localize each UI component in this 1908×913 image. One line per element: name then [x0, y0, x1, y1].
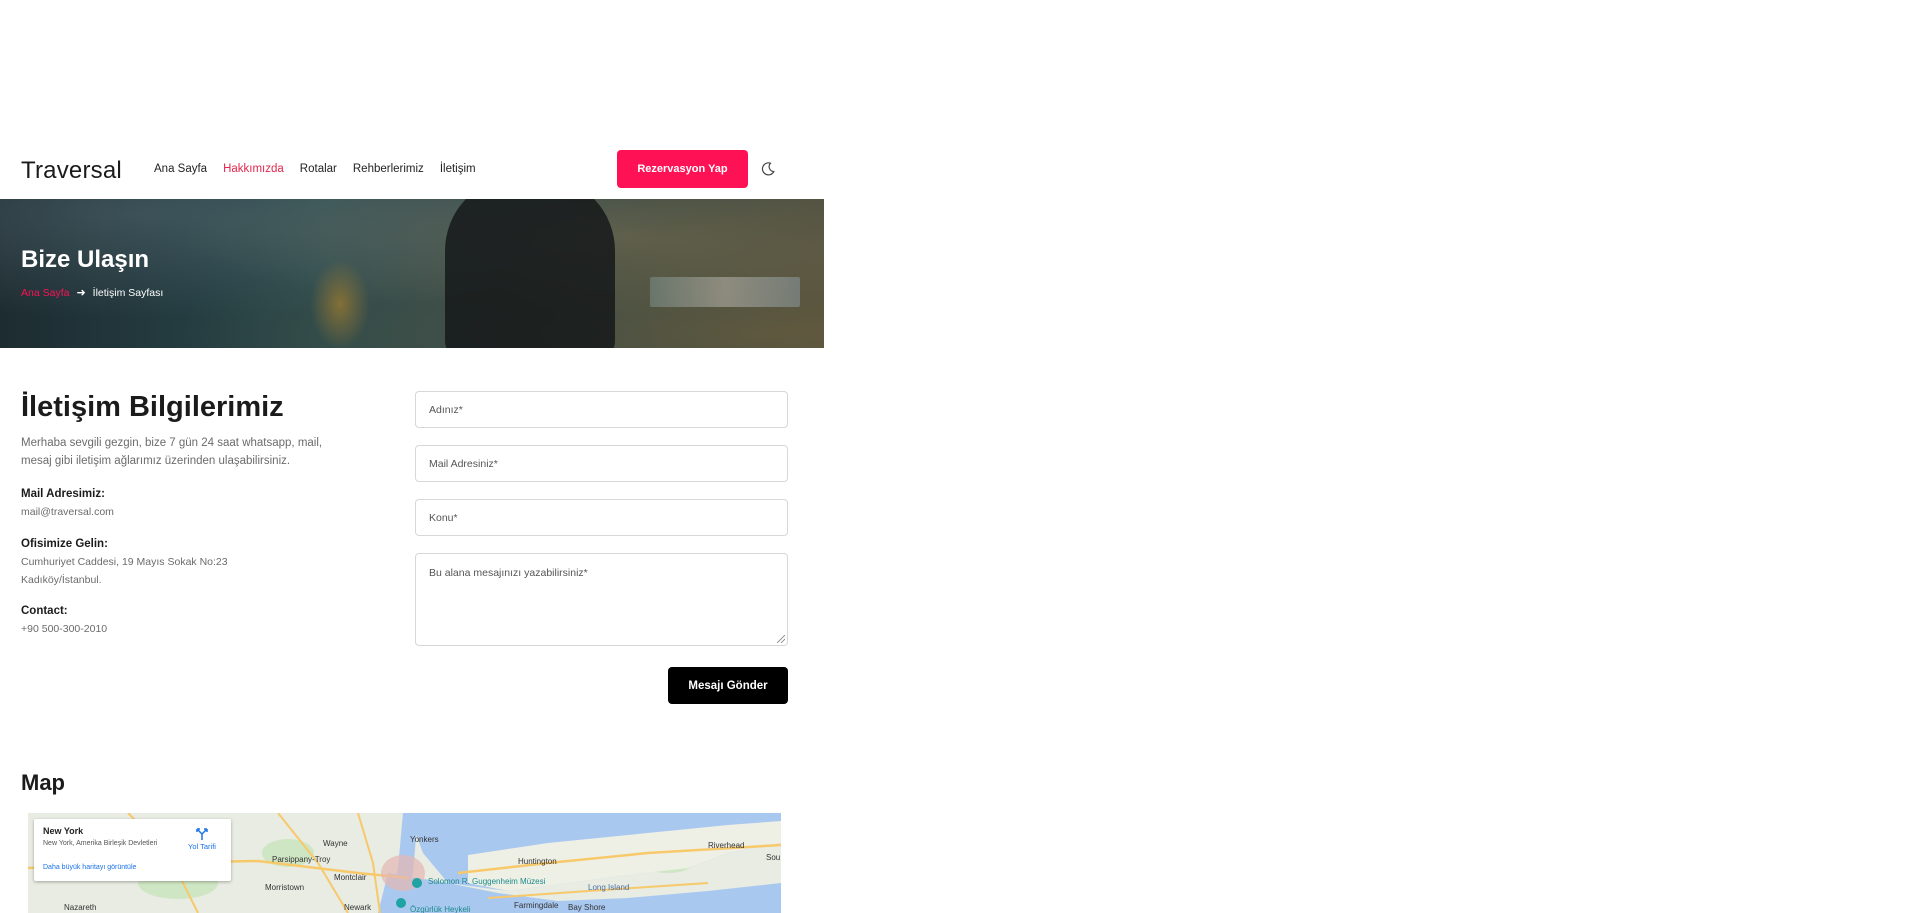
moon-icon[interactable]	[760, 161, 776, 177]
email-input[interactable]: Mail Adresiniz*	[415, 445, 788, 482]
nav-item-guides[interactable]: Rehberlerimiz	[353, 163, 424, 175]
breadcrumb: Ana Sayfa ➜ İletişim Sayfası	[21, 286, 164, 300]
hero-banner: Bize Ulaşın Ana Sayfa ➜ İletişim Sayfası	[0, 199, 824, 348]
nav-item-about[interactable]: Hakkımızda	[223, 163, 284, 175]
map-label-sou: Sou	[766, 853, 781, 862]
directions-label: Yol Tarifi	[188, 842, 216, 851]
map-info-card: New York New York, Amerika Birleşik Devl…	[34, 819, 231, 881]
hero-tree	[310, 259, 370, 348]
subject-placeholder: Konu*	[429, 511, 458, 524]
office-label: Ofisimize Gelin:	[21, 538, 108, 550]
contact-title: İletişim Bilgilerimiz	[21, 391, 284, 423]
nav-item-home[interactable]: Ana Sayfa	[154, 163, 207, 175]
map-label-parsippany: Parsippany-Troy	[272, 855, 331, 864]
map-label-nazareth: Nazareth	[64, 903, 97, 912]
breadcrumb-home-link[interactable]: Ana Sayfa	[21, 287, 69, 299]
office-address-line-2: Kadıköy/İstanbul.	[21, 574, 102, 586]
contact-intro: Merhaba sevgili gezgin, bize 7 gün 24 sa…	[21, 437, 323, 467]
reservation-button[interactable]: Rezervasyon Yap	[617, 150, 748, 188]
site-header: Traversal Ana Sayfa Hakkımızda Rotalar R…	[0, 144, 824, 199]
phone-value[interactable]: +90 500-300-2010	[21, 620, 107, 638]
map-card-subtitle: New York, Amerika Birleşik Devletleri	[43, 840, 158, 847]
main-nav: Ana Sayfa Hakkımızda Rotalar Rehberlerim…	[154, 163, 476, 175]
mail-value[interactable]: mail@traversal.com	[21, 503, 114, 521]
map-label-morristown: Morristown	[265, 883, 305, 892]
map-label-riverhead: Riverhead	[708, 841, 745, 850]
email-placeholder: Mail Adresiniz*	[429, 457, 498, 470]
embedded-map[interactable]: Yonkers Wayne Parsippany-Troy Montclair …	[28, 813, 781, 913]
mail-label: Mail Adresimiz:	[21, 488, 105, 500]
map-label-huntington: Huntington	[518, 857, 557, 866]
nav-item-contact[interactable]: İletişim	[440, 163, 476, 175]
contact-page: Traversal Ana Sayfa Hakkımızda Rotalar R…	[0, 0, 824, 913]
send-message-button[interactable]: Mesajı Gönder	[668, 667, 788, 704]
map-label-newark: Newark	[344, 903, 372, 912]
breadcrumb-current: İletişim Sayfası	[92, 286, 164, 299]
resize-handle-icon[interactable]	[777, 635, 785, 643]
name-input[interactable]: Adınız*	[415, 391, 788, 428]
office-address-line-1: Cumhuriyet Caddesi, 19 Mayıs Sokak No:23	[21, 556, 228, 568]
hero-village	[650, 277, 800, 307]
map-label-yonkers: Yonkers	[410, 835, 439, 844]
phone-label: Contact:	[21, 605, 68, 617]
hero-person	[445, 199, 615, 348]
map-title: Map	[21, 770, 65, 795]
directions-icon	[196, 828, 208, 840]
larger-map-link[interactable]: Daha büyük haritayı görüntüle	[43, 864, 136, 871]
map-label-statue-of-liberty: Özgürlük Heykeli	[410, 905, 471, 913]
map-label-wayne: Wayne	[323, 839, 348, 848]
name-placeholder: Adınız*	[429, 403, 463, 416]
directions-button[interactable]: Yol Tarifi	[184, 827, 220, 851]
arrow-right-icon: ➜	[76, 287, 86, 299]
map-label-long-island: Long Island	[588, 883, 630, 892]
map-label-montclair: Montclair	[334, 873, 367, 882]
map-label-bay-shore: Bay Shore	[568, 903, 606, 912]
map-label-guggenheim: Solomon R. Guggenheim Müzesi	[428, 877, 546, 886]
message-placeholder: Bu alana mesajınızı yazabilirsiniz*	[429, 567, 588, 579]
subject-input[interactable]: Konu*	[415, 499, 788, 536]
page-title: Bize Ulaşın	[21, 246, 150, 273]
nav-item-routes[interactable]: Rotalar	[300, 163, 337, 175]
map-label-farmingdale: Farmingdale	[514, 901, 559, 910]
logo[interactable]: Traversal	[21, 157, 122, 185]
message-textarea[interactable]: Bu alana mesajınızı yazabilirsiniz*	[415, 553, 788, 646]
map-card-title: New York	[43, 826, 84, 836]
